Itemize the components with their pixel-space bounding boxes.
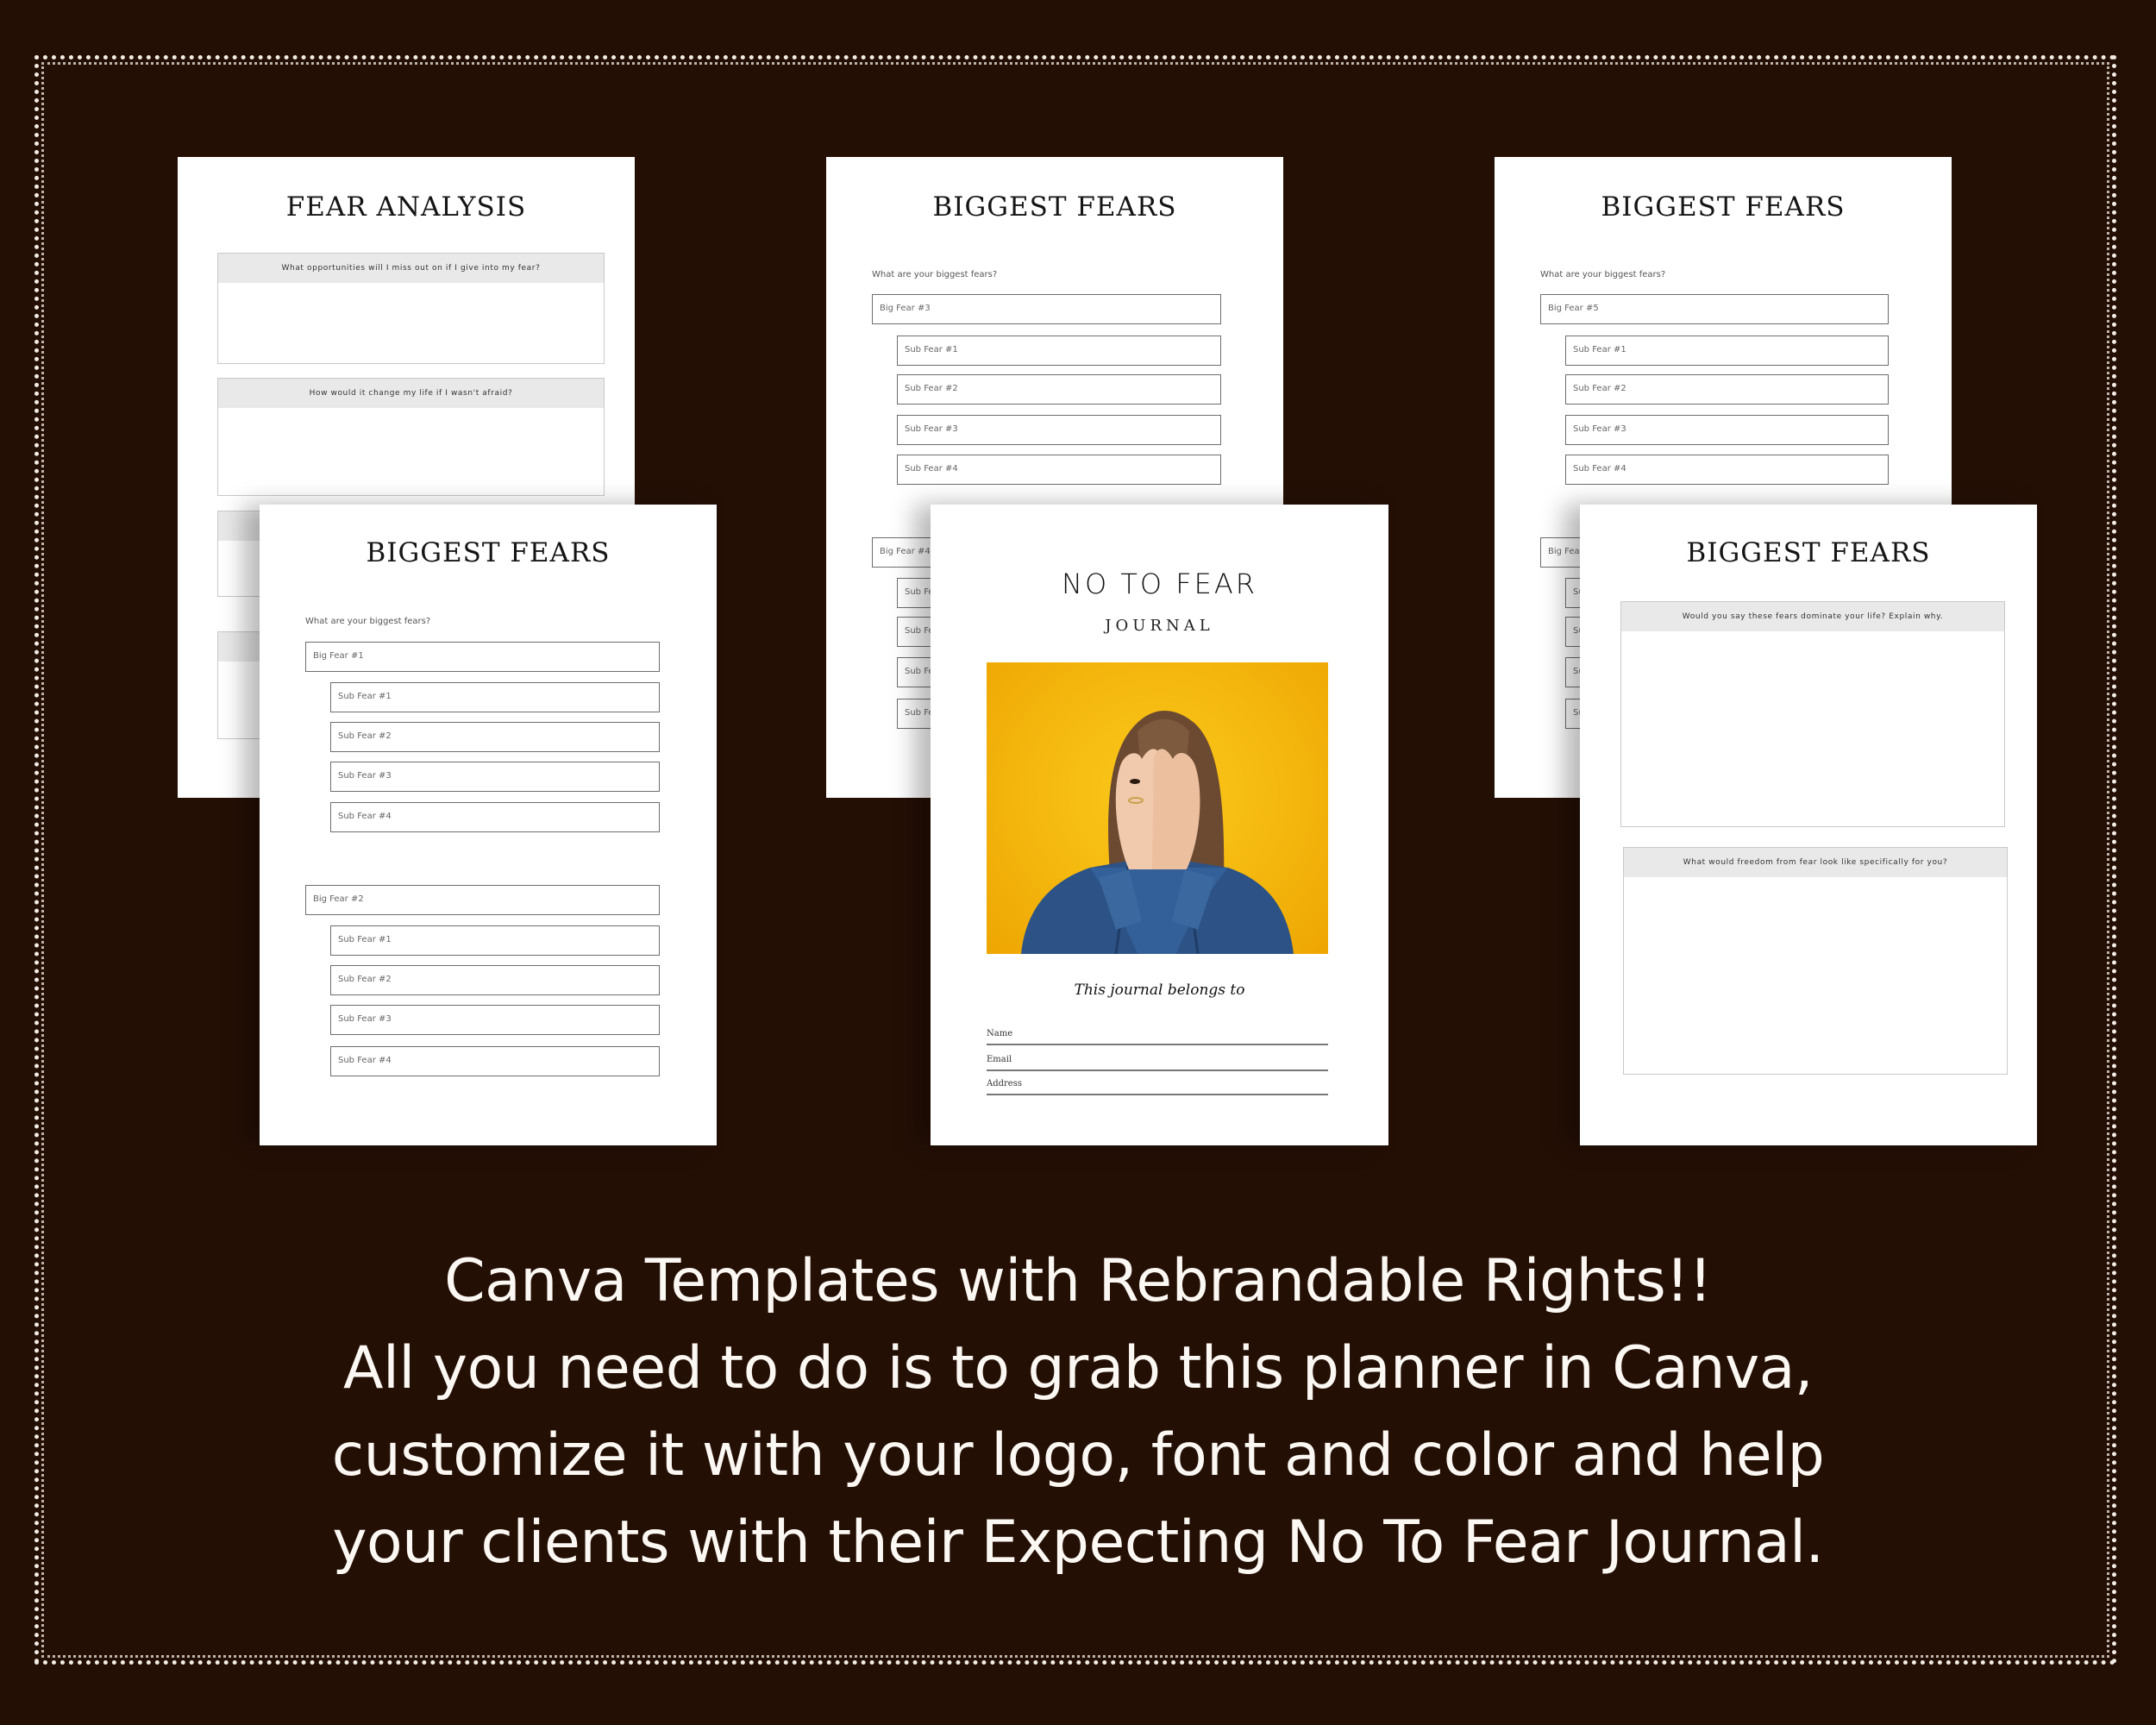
cover-title: NO TO FEAR	[1062, 568, 1257, 600]
sub-fear-field[interactable]: Sub Fear #1	[330, 925, 660, 956]
page-cover: NO TO FEAR JOURNAL This journal belongs …	[931, 505, 1388, 1145]
address-field[interactable]: Address	[987, 1076, 1328, 1095]
sub-fear-field[interactable]: Sub Fear #4	[1565, 455, 1889, 485]
page-title: BIGGEST FEARS	[1686, 537, 1931, 568]
sub-fear-field[interactable]: Sub Fear #1	[1565, 336, 1889, 366]
sub-fear-field[interactable]: Sub Fear #3	[330, 762, 660, 792]
name-field[interactable]: Name	[987, 1026, 1328, 1045]
sub-fear-field[interactable]: Sub Fear #4	[897, 455, 1221, 485]
cover-photo	[987, 662, 1328, 954]
caption-line: your clients with their Expecting No To …	[332, 1509, 1824, 1577]
caption-line: Canva Templates with Rebrandable Rights!…	[444, 1247, 1712, 1315]
big-fear-field[interactable]: Big Fear #2	[305, 885, 660, 915]
email-field[interactable]: Email	[987, 1052, 1328, 1071]
question-block: What opportunities will I miss out on if…	[217, 253, 605, 364]
sub-fear-field[interactable]: Sub Fear #2	[1565, 374, 1889, 405]
prompt-text: What are your biggest fears?	[305, 617, 431, 626]
big-fear-field[interactable]: Big Fear #3	[872, 294, 1221, 324]
cover-subtitle: JOURNAL	[1105, 617, 1214, 635]
big-fear-field[interactable]: Big Fear #1	[305, 642, 660, 672]
page-biggest-fears-reflection: BIGGEST FEARS Would you say these fears …	[1580, 505, 2037, 1145]
sub-fear-field[interactable]: Sub Fear #1	[330, 682, 660, 712]
question-block: Would you say these fears dominate your …	[1620, 601, 2005, 827]
sub-fear-field[interactable]: Sub Fear #2	[330, 722, 660, 752]
sub-fear-field[interactable]: Sub Fear #2	[897, 374, 1221, 405]
woman-covering-face-image	[1021, 710, 1294, 954]
page-biggest-fears-front-left: BIGGEST FEARS What are your biggest fear…	[260, 505, 717, 1145]
sub-fear-field[interactable]: Sub Fear #2	[330, 965, 660, 995]
promo-caption: Canva Templates with Rebrandable Rights!…	[0, 1238, 2156, 1586]
caption-line: customize it with your logo, font and co…	[331, 1421, 1825, 1490]
question-label: What opportunities will I miss out on if…	[218, 254, 604, 283]
page-title: FEAR ANALYSIS	[285, 191, 527, 223]
page-title: BIGGEST FEARS	[932, 191, 1177, 223]
sub-fear-field[interactable]: Sub Fear #4	[330, 1046, 660, 1076]
sub-fear-field[interactable]: Sub Fear #3	[897, 415, 1221, 445]
page-title: BIGGEST FEARS	[1601, 191, 1846, 223]
prompt-text: What are your biggest fears?	[1540, 270, 1666, 279]
question-block: How would it change my life if I wasn't …	[217, 378, 605, 496]
sub-fear-field[interactable]: Sub Fear #3	[1565, 415, 1889, 445]
page-title: BIGGEST FEARS	[366, 537, 611, 568]
sub-fear-field[interactable]: Sub Fear #3	[330, 1005, 660, 1035]
sub-fear-field[interactable]: Sub Fear #1	[897, 336, 1221, 366]
question-block: What would freedom from fear look like s…	[1623, 847, 2008, 1075]
question-label: How would it change my life if I wasn't …	[218, 379, 604, 408]
belongs-to-label: This journal belongs to	[1074, 982, 1245, 999]
question-label: Would you say these fears dominate your …	[1621, 602, 2004, 631]
sub-fear-field[interactable]: Sub Fear #4	[330, 802, 660, 832]
question-label: What would freedom from fear look like s…	[1624, 848, 2007, 877]
caption-line: All you need to do is to grab this plann…	[342, 1334, 1814, 1402]
big-fear-field[interactable]: Big Fear #5	[1540, 294, 1889, 324]
prompt-text: What are your biggest fears?	[872, 270, 998, 279]
